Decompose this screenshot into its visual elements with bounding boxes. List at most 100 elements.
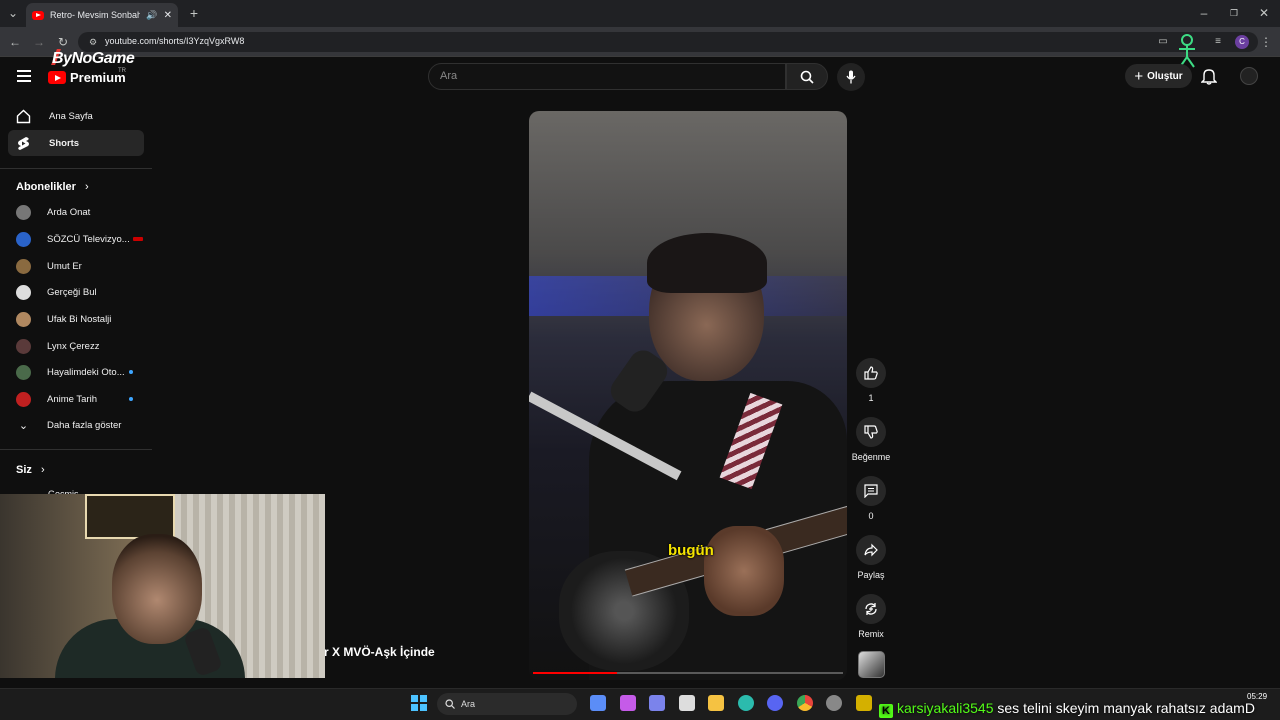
discord-icon[interactable]	[767, 695, 783, 711]
sidebar-divider	[0, 449, 152, 450]
subscriptions-title: Abonelikler	[16, 181, 76, 193]
webcam-wall-poster	[85, 494, 175, 539]
short-video-player[interactable]: bugün	[529, 111, 847, 680]
browser-tab[interactable]: Retro- Mevsim Sonbahar X 🔊 ✕	[26, 3, 178, 27]
channel-name: Umut Er	[47, 260, 82, 272]
sidebar-item-subscription[interactable]: Umut Er	[8, 253, 144, 279]
like-count: 1	[868, 393, 874, 403]
new-tab-button[interactable]: +	[186, 5, 202, 21]
create-button[interactable]: + Oluştur	[1125, 64, 1192, 88]
start-button-windows-icon[interactable]	[411, 695, 427, 711]
account-avatar[interactable]	[1240, 67, 1258, 85]
search-icon	[445, 699, 455, 709]
sidebar-divider	[0, 168, 152, 169]
channel-name: Ufak Bi Nostalji	[47, 313, 112, 325]
search-placeholder: Ara	[440, 70, 458, 82]
sidebar-item-subscription[interactable]: Anime Tarih	[8, 386, 144, 412]
video-person-hair	[647, 233, 767, 293]
profile-avatar[interactable]: C	[1235, 35, 1249, 49]
youtube-favicon-icon	[32, 10, 44, 20]
store-icon[interactable]	[678, 695, 695, 711]
channel-name: Hayalimdeki Oto...	[47, 366, 125, 378]
sidebar-item-subscription[interactable]: Gerçeği Bul	[8, 279, 144, 305]
you-title: Siz	[16, 464, 32, 476]
video-progress-fill	[533, 672, 617, 674]
window-close-icon[interactable]: ✕	[1256, 5, 1272, 21]
taskbar-search[interactable]: Ara	[437, 693, 577, 715]
channel-name: Lynx Çerezz	[47, 340, 100, 352]
share-button[interactable]	[856, 535, 886, 565]
maximize-icon[interactable]: ❐	[1226, 5, 1242, 21]
reload-icon[interactable]: ↻	[55, 34, 71, 50]
chevron-right-icon: ›	[84, 181, 89, 193]
chevron-down-icon: ⌄	[18, 419, 29, 432]
copilot-icon[interactable]	[590, 695, 606, 711]
sidebar-item-subscription[interactable]: Ufak Bi Nostalji	[8, 306, 144, 332]
taskbar-clock[interactable]: 05:29	[1247, 692, 1267, 701]
sidebar-item-subscription[interactable]: SÖZCÜ Televizyo...	[8, 226, 144, 252]
remix-button[interactable]	[856, 594, 886, 624]
sound-thumbnail[interactable]	[858, 651, 885, 678]
menu-icon[interactable]	[17, 70, 31, 82]
app-icon[interactable]	[855, 695, 872, 711]
channel-name: Gerçeği Bul	[47, 286, 97, 298]
edge-icon[interactable]	[737, 695, 754, 711]
home-icon	[16, 109, 31, 123]
chrome-icon[interactable]	[796, 695, 813, 711]
webcam-person-head	[112, 534, 202, 644]
more-menu-icon[interactable]: ⋮	[1258, 34, 1274, 50]
channel-avatar	[16, 231, 31, 247]
sidebar-item-subscription[interactable]: Arda Onat	[8, 199, 144, 225]
teams-icon[interactable]	[649, 695, 665, 711]
speaker-icon[interactable]: 🔊	[146, 10, 157, 21]
edge-copilot-icon[interactable]	[619, 695, 636, 711]
youtube-logo-icon	[48, 71, 66, 84]
sidebar-show-more[interactable]: ⌄ Daha fazla göster	[8, 412, 144, 438]
youtube-premium-logo[interactable]: Premium	[48, 70, 126, 85]
chat-text: ses telini skeyim manyak rahatsız adamD	[993, 700, 1255, 716]
url-text[interactable]: youtube.com/shorts/I3YzqVgxRW8	[105, 36, 244, 46]
channel-avatar	[16, 284, 31, 300]
search-button[interactable]	[786, 63, 828, 90]
tab-search-chevron-icon[interactable]: ⌄	[5, 5, 21, 21]
site-info-icon[interactable]: ⚙	[85, 34, 101, 50]
comment-count: 0	[868, 511, 874, 521]
sidebar-item-shorts[interactable]: Shorts	[8, 130, 144, 156]
reading-list-icon[interactable]: ≡	[1210, 34, 1226, 50]
voice-search-button[interactable]	[837, 63, 865, 91]
obs-icon[interactable]	[826, 695, 842, 711]
video-hand	[704, 526, 784, 616]
cast-icon[interactable]: ▭	[1155, 34, 1171, 50]
thumbs-up-icon	[864, 366, 878, 380]
share-label: Paylaş	[857, 570, 885, 580]
search-input[interactable]	[428, 63, 786, 90]
like-button[interactable]	[856, 358, 886, 388]
tab-close-icon[interactable]: ✕	[164, 10, 172, 21]
you-heading[interactable]: Siz ›	[16, 464, 45, 476]
sidebar-item-subscription[interactable]: Lynx Çerezz	[8, 333, 144, 359]
comments-button[interactable]	[856, 476, 886, 506]
search-icon	[800, 70, 814, 84]
channel-avatar	[16, 311, 31, 327]
streamer-webcam-overlay	[0, 494, 325, 678]
minimize-icon[interactable]: –	[1196, 5, 1212, 21]
address-bar[interactable]	[78, 32, 1258, 52]
microphone-icon	[846, 70, 856, 84]
sidebar-item-subscription[interactable]: Hayalimdeki Oto...	[8, 359, 144, 385]
dislike-label: Beğenme	[851, 452, 891, 462]
forward-icon[interactable]: →	[31, 34, 47, 50]
channel-avatar	[16, 364, 31, 380]
sidebar-item-home[interactable]: Ana Sayfa	[8, 103, 144, 129]
channel-name: SÖZCÜ Televizyo...	[47, 233, 130, 245]
stream-chat-message: Kkarsiyakali3545 ses telini skeyim manya…	[879, 700, 1280, 718]
video-progress-bar[interactable]	[533, 672, 843, 674]
file-explorer-icon[interactable]	[708, 695, 724, 711]
subscriptions-heading[interactable]: Abonelikler ›	[16, 181, 89, 193]
back-icon[interactable]: ←	[7, 34, 23, 50]
dislike-button[interactable]	[856, 417, 886, 447]
short-title[interactable]: r X MVÖ-Aşk İçinde	[324, 645, 435, 659]
plus-icon: +	[1134, 67, 1144, 85]
comment-icon	[864, 484, 878, 498]
create-label: Oluştur	[1147, 70, 1183, 82]
notifications-bell-icon[interactable]	[1201, 67, 1217, 85]
